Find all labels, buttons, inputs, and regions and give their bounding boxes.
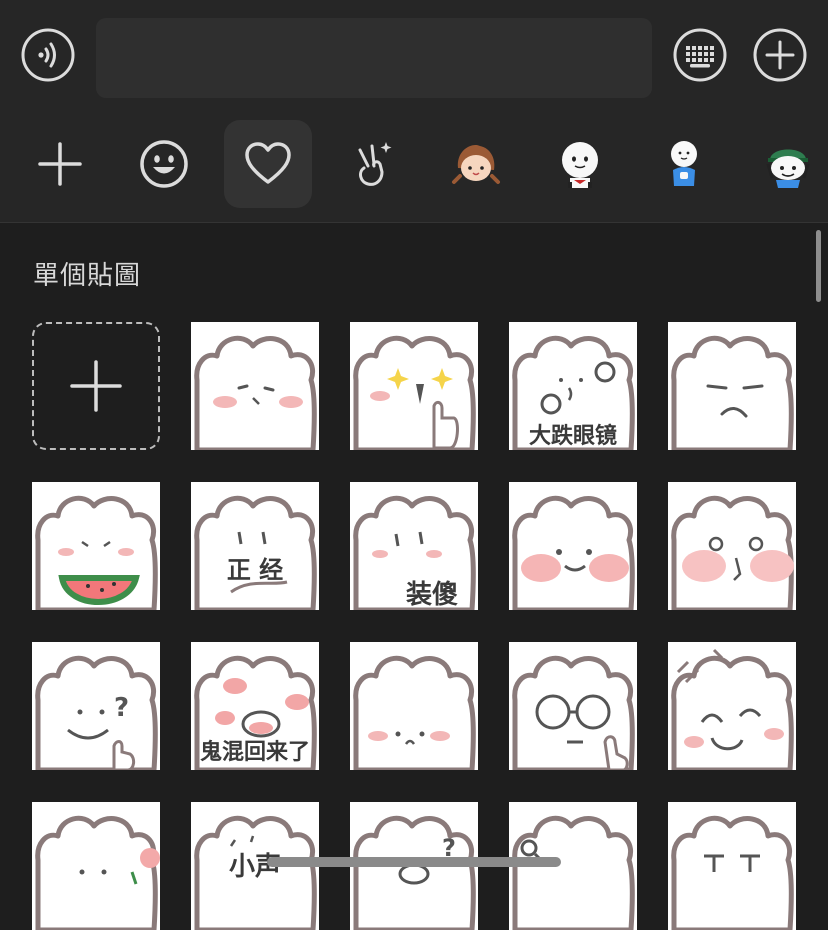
sticker-bear-glasses-drop[interactable]: 大跌眼镜	[509, 322, 637, 450]
sticker-bear-frown[interactable]	[668, 322, 796, 450]
plus-icon	[38, 142, 82, 186]
plus-icon	[70, 360, 122, 412]
voice-wave-icon	[21, 28, 75, 82]
tab-pack-cap[interactable]	[744, 120, 828, 208]
girl-sticker-icon	[452, 144, 500, 184]
home-indicator	[267, 857, 561, 867]
sticker-bear-serious[interactable]: 正 经	[191, 482, 319, 610]
voice-input-button[interactable]	[21, 28, 75, 82]
sticker-caption: 大跌眼镜	[528, 424, 617, 449]
white-face-sticker-icon	[562, 142, 598, 188]
cap-figure-sticker-icon	[766, 149, 810, 188]
sticker-bear-sad[interactable]	[350, 642, 478, 770]
keyboard-icon	[673, 28, 727, 82]
sticker-bear-smile[interactable]	[509, 482, 637, 610]
sticker-bear-pretend[interactable]: 装傻	[350, 482, 478, 610]
scrollbar[interactable]	[816, 230, 821, 302]
more-options-button[interactable]	[753, 28, 807, 82]
sticker-bear-tears[interactable]	[668, 802, 796, 930]
tab-emoji[interactable]	[120, 120, 208, 208]
sticker-caption: 装傻	[405, 580, 458, 610]
sticker-bear-round-glasses[interactable]	[509, 642, 637, 770]
add-sticker-tile[interactable]	[32, 322, 160, 450]
section-title: 單個貼圖	[33, 261, 142, 291]
sticker-bear-flower[interactable]	[32, 802, 160, 930]
sticker-bear-sparkle-eyes[interactable]	[668, 482, 796, 610]
sticker-bear-smirk[interactable]	[191, 322, 319, 450]
blue-figure-sticker-icon	[671, 141, 697, 186]
sticker-caption: 鬼混回来了	[199, 740, 310, 765]
sticker-bear-watermelon[interactable]	[32, 482, 160, 610]
sticker-bear-question[interactable]: ?	[32, 642, 160, 770]
plus-circle-icon	[753, 28, 807, 82]
sticker-bear-back[interactable]: 鬼混回来了	[191, 642, 319, 770]
sticker-bear-laugh[interactable]	[668, 642, 796, 770]
tab-favorites[interactable]	[224, 120, 312, 208]
tab-add[interactable]	[16, 120, 104, 208]
heart-icon	[245, 142, 291, 184]
tab-pack-white-face[interactable]	[536, 120, 624, 208]
tab-gesture[interactable]	[328, 120, 416, 208]
sticker-caption: 正 经	[226, 556, 284, 584]
tab-pack-girl[interactable]	[432, 120, 520, 208]
keyboard-toggle-button[interactable]	[673, 28, 727, 82]
svg-text:?: ?	[114, 693, 129, 723]
tab-pack-blue[interactable]	[640, 120, 728, 208]
sticker-tab-bar	[0, 112, 828, 223]
sticker-grid: 大跌眼镜 正 经 装傻 ? 鬼混回来了 小声 ?	[32, 322, 802, 930]
message-input[interactable]	[96, 18, 652, 98]
sticker-bear-star-eyes[interactable]	[350, 322, 478, 450]
top-input-bar	[0, 0, 828, 112]
smiley-icon	[140, 140, 188, 188]
peace-hand-icon	[358, 142, 392, 186]
